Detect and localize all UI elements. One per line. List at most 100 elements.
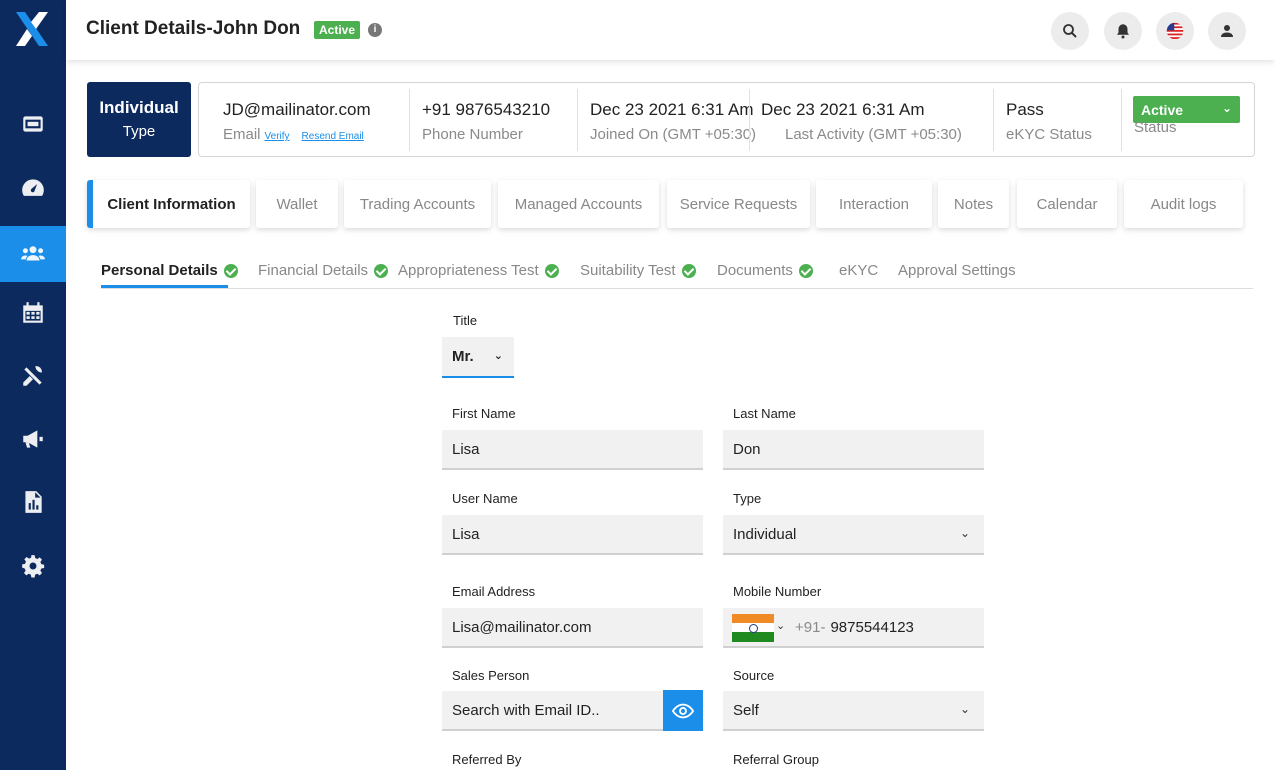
verify-email-link[interactable]: Verify [265, 131, 290, 142]
status-badge: Active [314, 21, 361, 39]
client-subtabs: Personal Details Financial Details Appro… [101, 258, 1253, 289]
subtab-label: Personal Details [101, 262, 218, 279]
summary-last-activity: Dec 23 2021 6:31 Am Last Activity (GMT +… [761, 89, 962, 151]
chevron-down-icon: ⌄ [959, 526, 970, 540]
email-label: Email Address [452, 584, 536, 599]
language-button[interactable] [1156, 12, 1194, 50]
dashboard-icon [22, 179, 44, 196]
chevron-down-icon: ⌄ [959, 702, 970, 716]
check-circle-icon [681, 263, 696, 278]
mobile-label: Mobile Number [733, 584, 822, 599]
title-select[interactable]: Mr. ⌄ [442, 337, 514, 378]
summary-phone-value: +91 9876543210 [422, 100, 551, 119]
last-name-label: Last Name [733, 406, 796, 421]
status-dropdown-value: Active [1141, 102, 1184, 118]
client-type-label: Type [122, 123, 156, 140]
summary-ekyc-label: eKYC Status [1006, 126, 1092, 143]
report-icon [25, 491, 42, 513]
referral-group-label: Referral Group [733, 752, 819, 767]
summary-email-value: JD@mailinator.com [223, 100, 371, 119]
chevron-down-icon: ⌄ [1221, 101, 1232, 115]
first-name-input[interactable]: Lisa [442, 430, 703, 470]
source-select[interactable]: Self ⌄ [723, 691, 984, 731]
subtab-label: Appropriateness Test [398, 262, 539, 279]
tab-trading-accounts[interactable]: Trading Accounts [344, 180, 491, 228]
subtab-ekyc[interactable]: eKYC [839, 262, 878, 279]
accounts-icon [23, 116, 43, 132]
summary-activity-value: Dec 23 2021 6:31 Am [761, 100, 925, 119]
summary-status-label: Status [1134, 119, 1177, 136]
eye-icon [672, 703, 694, 718]
subtab-financial-details[interactable]: Financial Details [258, 262, 389, 279]
mobile-value: 9875544123 [830, 618, 914, 636]
subtab-appropriateness-test[interactable]: Appropriateness Test [398, 262, 559, 279]
active-subtab-indicator [101, 285, 228, 288]
subtab-personal-details[interactable]: Personal Details [101, 262, 238, 279]
email-input[interactable]: Lisa@mailinator.com [442, 608, 703, 648]
app-logo[interactable] [12, 8, 52, 50]
sidebar-item-calendar[interactable] [0, 285, 66, 341]
title-label: Title [453, 313, 478, 328]
sidebar-item-dashboard[interactable] [0, 160, 66, 216]
profile-button[interactable] [1208, 12, 1246, 50]
megaphone-icon [23, 430, 43, 448]
tab-audit-logs[interactable]: Audit logs [1124, 180, 1243, 228]
sidebar-item-marketing[interactable] [0, 411, 66, 467]
client-summary-bar: JD@mailinator.com Email Verify Resend Emai… [198, 82, 1255, 157]
client-type-value: Individual [99, 98, 179, 117]
subtab-label: Documents [717, 262, 793, 279]
settings-icon [22, 555, 45, 578]
tab-wallet[interactable]: Wallet [256, 180, 338, 228]
summary-email-label: Email [223, 126, 261, 143]
tab-managed-accounts[interactable]: Managed Accounts [498, 180, 659, 228]
divider [409, 89, 410, 151]
view-sales-person-button[interactable] [663, 690, 703, 731]
divider [577, 89, 578, 151]
sidebar-item-clients[interactable] [0, 226, 66, 282]
first-name-label: First Name [452, 406, 516, 421]
summary-joined-value: Dec 23 2021 6:31 Am [590, 100, 754, 119]
sidebar-item-tools[interactable] [0, 348, 66, 404]
bell-icon [1117, 24, 1129, 39]
client-type-card: Individual Type [87, 82, 191, 157]
summary-ekyc-value: Pass [1006, 100, 1044, 119]
sales-person-input[interactable]: Search with Email ID.. [442, 691, 663, 731]
notifications-button[interactable] [1104, 12, 1142, 50]
source-select-value: Self [733, 701, 759, 719]
check-circle-icon [544, 263, 559, 278]
sidebar-item-accounts[interactable] [0, 96, 66, 152]
subtab-approval-settings[interactable]: Approval Settings [898, 262, 1016, 279]
tab-calendar[interactable]: Calendar [1017, 180, 1117, 228]
tools-icon [23, 366, 42, 386]
tab-notes[interactable]: Notes [938, 180, 1009, 228]
tab-interaction[interactable]: Interaction [816, 180, 932, 228]
tab-service-requests[interactable]: Service Requests [667, 180, 810, 228]
india-flag-icon[interactable] [732, 614, 774, 642]
user-icon [1221, 25, 1233, 37]
username-input[interactable]: Lisa [442, 515, 703, 555]
type-label: Type [733, 491, 762, 506]
tab-client-information[interactable]: Client Information [87, 180, 250, 228]
sidebar-item-settings[interactable] [0, 538, 66, 594]
info-icon[interactable]: i [368, 23, 382, 37]
check-circle-icon [374, 263, 389, 278]
search-button[interactable] [1051, 12, 1089, 50]
last-name-input[interactable]: Don [723, 430, 984, 470]
title-select-value: Mr. [452, 348, 474, 365]
top-bar: Client Details-John Don Active i [66, 0, 1275, 60]
search-icon [1063, 24, 1077, 38]
subtab-suitability-test[interactable]: Suitability Test [580, 262, 696, 279]
type-select[interactable]: Individual ⌄ [723, 515, 984, 555]
subtab-label: Approval Settings [898, 262, 1016, 279]
source-label: Source [733, 668, 775, 683]
sidebar-item-reports[interactable] [0, 474, 66, 530]
resend-email-link[interactable]: Resend Email [302, 131, 364, 142]
page-title: Client Details-John Don [86, 18, 301, 39]
us-flag-icon [1166, 22, 1184, 40]
users-icon [21, 246, 45, 261]
chevron-down-icon[interactable]: ⌄ [776, 619, 785, 632]
subtab-label: Suitability Test [580, 262, 676, 279]
subtab-documents[interactable]: Documents [717, 262, 813, 279]
summary-joined-label: Joined On (GMT +05:30) [590, 126, 757, 143]
check-circle-icon [223, 263, 238, 278]
